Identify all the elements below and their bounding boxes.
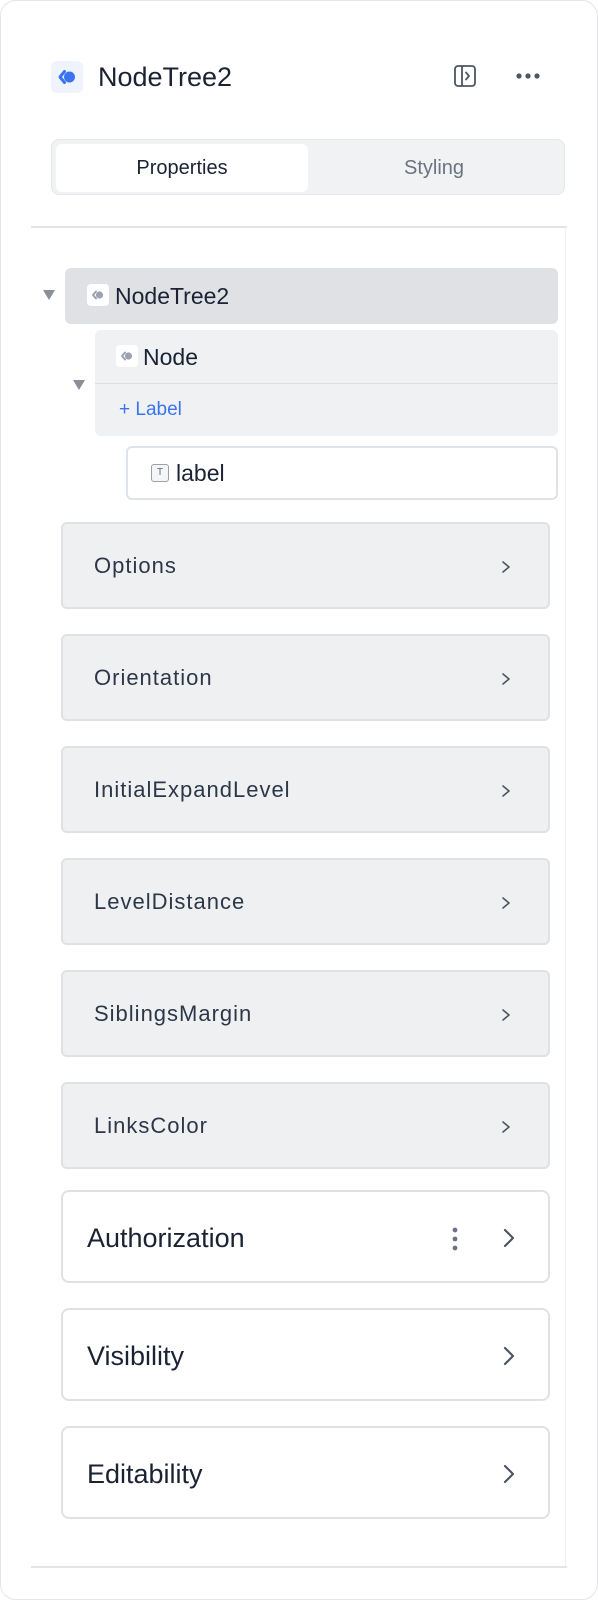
tab-styling[interactable]: Styling: [308, 144, 560, 192]
section-label: Editability: [87, 1459, 203, 1489]
content-border: [565, 227, 566, 1567]
tree-item-node[interactable]: Node + Label: [95, 330, 558, 436]
tree-item-leaf[interactable]: T label: [126, 446, 558, 500]
property-label: InitialExpandLevel: [94, 777, 291, 802]
chevron-right-icon: [503, 1464, 515, 1484]
section-label: Authorization: [87, 1223, 245, 1253]
more-icon[interactable]: [513, 63, 543, 89]
properties-panel: NodeTree2 Properties Styling NodeTree2 N…: [0, 0, 598, 1600]
section-editability[interactable]: Editability: [61, 1426, 550, 1519]
chevron-right-icon: [503, 1346, 515, 1366]
section-label: Visibility: [87, 1341, 185, 1371]
tab-bar: Properties Styling: [51, 139, 565, 195]
property-row-links-color[interactable]: LinksColor: [61, 1082, 550, 1169]
chevron-right-icon: [502, 897, 510, 909]
chevron-right-icon: [502, 1009, 510, 1021]
collapse-caret-icon[interactable]: [42, 289, 56, 301]
collapse-caret-icon[interactable]: [72, 379, 86, 391]
chevron-right-icon: [503, 1228, 515, 1248]
divider: [31, 1566, 567, 1568]
text-icon: T: [151, 464, 169, 482]
property-label: Orientation: [94, 665, 213, 690]
property-row-initial-expand-level[interactable]: InitialExpandLevel: [61, 746, 550, 833]
panel-header: NodeTree2: [51, 59, 541, 93]
tree-item-label: label: [176, 460, 225, 486]
add-label-button[interactable]: + Label: [119, 398, 182, 422]
divider: [31, 226, 567, 228]
component-icon: [116, 345, 138, 367]
property-label: Options: [94, 553, 177, 578]
component-icon: [87, 284, 109, 306]
divider: [95, 383, 558, 384]
property-label: SiblingsMargin: [94, 1001, 253, 1026]
tree-item-label: Node: [143, 344, 198, 370]
property-label: LinksColor: [94, 1113, 208, 1138]
chevron-right-icon: [502, 785, 510, 797]
property-row-options[interactable]: Options: [61, 522, 550, 609]
tree-item-root[interactable]: NodeTree2: [65, 268, 558, 324]
property-row-level-distance[interactable]: LevelDistance: [61, 858, 550, 945]
section-visibility[interactable]: Visibility: [61, 1308, 550, 1401]
property-row-siblings-margin[interactable]: SiblingsMargin: [61, 970, 550, 1057]
tree-item-label: NodeTree2: [115, 283, 230, 309]
chevron-right-icon: [502, 561, 510, 573]
chevron-right-icon: [502, 1121, 510, 1133]
tab-properties[interactable]: Properties: [56, 144, 308, 192]
panel-toggle-icon[interactable]: [453, 64, 477, 88]
section-authorization[interactable]: Authorization: [61, 1190, 550, 1283]
property-label: LevelDistance: [94, 889, 246, 914]
kebab-menu-icon[interactable]: [451, 1226, 459, 1252]
property-row-orientation[interactable]: Orientation: [61, 634, 550, 721]
component-title: NodeTree2: [98, 62, 233, 92]
component-icon: [51, 61, 83, 93]
chevron-right-icon: [502, 673, 510, 685]
